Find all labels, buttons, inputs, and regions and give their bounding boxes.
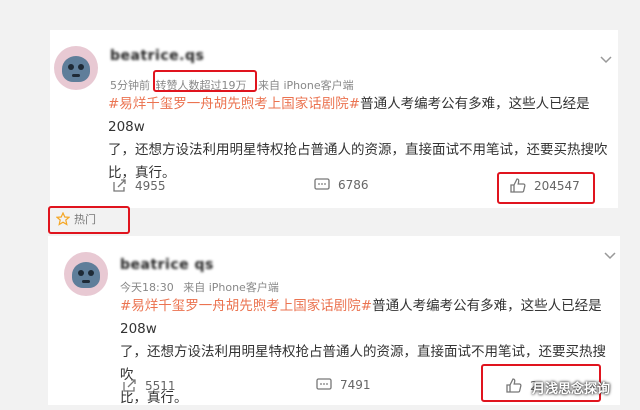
- comment-button[interactable]: 6786: [314, 178, 369, 192]
- avatar[interactable]: [54, 46, 98, 90]
- highlight-box-likes-badge: [153, 70, 257, 92]
- avatar[interactable]: [64, 252, 108, 296]
- chevron-down-icon[interactable]: [600, 56, 612, 64]
- comment-button[interactable]: 7491: [316, 378, 371, 392]
- topic-link[interactable]: #易烊千玺罗一舟胡先煦考上国家话剧院#: [108, 96, 360, 112]
- repost-count: 5511: [145, 378, 176, 393]
- username[interactable]: beatrice qs: [120, 257, 214, 273]
- repost-button[interactable]: 4955: [112, 178, 166, 193]
- post-source: 来自 iPhone客户端: [183, 281, 279, 294]
- highlight-box-like-count: [497, 172, 595, 204]
- post-time[interactable]: 今天18:30: [120, 281, 174, 294]
- comment-count: 6786: [338, 178, 369, 192]
- topic-link[interactable]: #易烊千玺罗一舟胡先煦考上国家话剧院#: [120, 298, 372, 314]
- repost-count: 4955: [135, 178, 166, 193]
- comment-count: 7491: [340, 378, 371, 392]
- repost-icon: [113, 179, 126, 192]
- post-source: 来自 iPhone客户端: [258, 79, 354, 92]
- comment-icon: [314, 178, 330, 190]
- repost-button[interactable]: 5511: [122, 378, 176, 393]
- highlight-box-hot-label: [48, 206, 130, 234]
- watermark: 月浅思念探询: [532, 382, 611, 397]
- chevron-down-icon[interactable]: [604, 252, 616, 260]
- username[interactable]: beatrice.qs: [110, 48, 204, 64]
- repost-icon: [123, 379, 136, 392]
- comment-icon: [316, 378, 332, 390]
- post-time[interactable]: 5分钟前: [110, 79, 150, 92]
